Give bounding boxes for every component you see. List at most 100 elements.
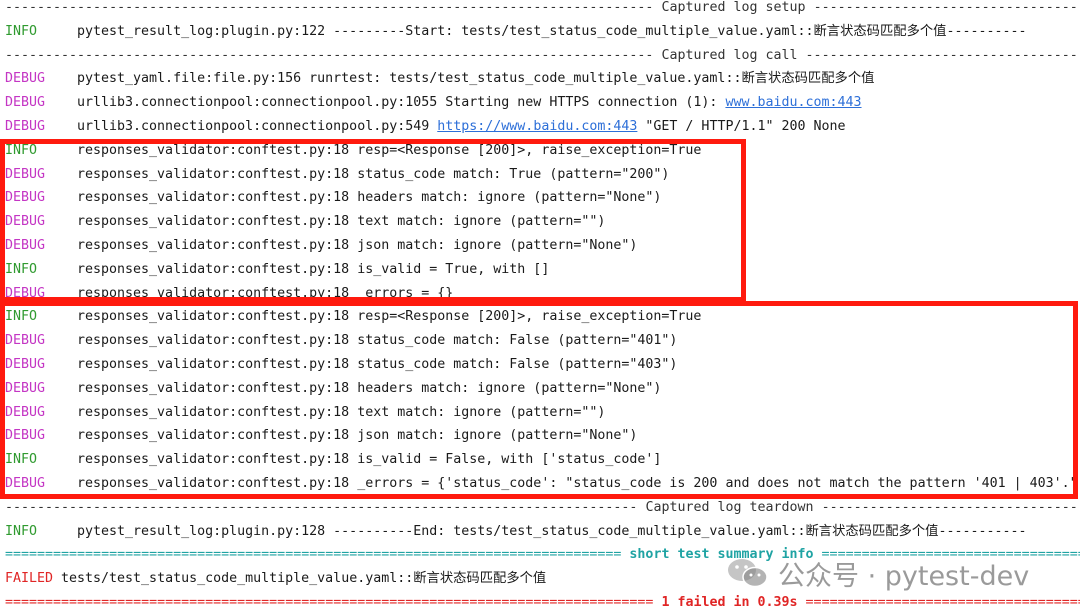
log-message: responses_validator:conftest.py:18 heade… bbox=[77, 377, 661, 401]
log-line: INFO responses_validator:conftest.py:18 i… bbox=[0, 258, 1080, 282]
log-line: DEBUG urllib3.connectionpool:connectionpo… bbox=[0, 115, 1080, 139]
log-message: responses_validator:conftest.py:18 json … bbox=[77, 234, 637, 258]
log-line: DEBUG responses_validator:conftest.py:18 … bbox=[0, 186, 1080, 210]
message-text: responses_validator:conftest.py:18 text … bbox=[77, 404, 606, 420]
log-line: DEBUG responses_validator:conftest.py:18 … bbox=[0, 424, 1080, 448]
separator-dashes: ----------------------------------------… bbox=[805, 47, 1080, 63]
message-text: responses_validator:conftest.py:18 is_va… bbox=[77, 261, 550, 277]
wechat-icon bbox=[728, 559, 768, 588]
log-level-info: INFO bbox=[5, 452, 38, 468]
log-message: responses_validator:conftest.py:18 statu… bbox=[77, 329, 677, 353]
log-line: DEBUG responses_validator:conftest.py:18 … bbox=[0, 163, 1080, 187]
log-message: responses_validator:conftest.py:18 heade… bbox=[77, 186, 661, 210]
message-text: responses_validator:conftest.py:18 json … bbox=[77, 237, 638, 253]
separator-bar: ----------------------------------------… bbox=[5, 44, 1080, 68]
log-level-debug: DEBUG bbox=[5, 380, 46, 396]
log-message: responses_validator:conftest.py:18 is_va… bbox=[77, 258, 549, 282]
separator-dashes: ========================================… bbox=[5, 594, 662, 610]
log-line: DEBUG responses_validator:conftest.py:18 … bbox=[0, 282, 1080, 306]
separator-dashes: ----------------------------------------… bbox=[821, 499, 1080, 515]
log-message: responses_validator:conftest.py:18 text … bbox=[77, 210, 605, 234]
message-text: responses_validator:conftest.py:18 statu… bbox=[77, 356, 678, 372]
log-level-debug: DEBUG bbox=[5, 71, 46, 87]
log-level-debug: DEBUG bbox=[5, 404, 46, 420]
log-message: pytest_yaml.file:file.py:156 runrtest: t… bbox=[77, 67, 874, 91]
log-level-debug: DEBUG bbox=[5, 190, 46, 206]
log-level-debug: DEBUG bbox=[5, 428, 46, 444]
log-line: DEBUG responses_validator:conftest.py:18 … bbox=[0, 210, 1080, 234]
log-level-info: INFO bbox=[5, 23, 38, 39]
message-text: pytest_result_log:plugin.py:128 --------… bbox=[77, 523, 1027, 539]
message-text: urllib3.connectionpool:connectionpool.py… bbox=[77, 118, 438, 134]
log-level-debug: DEBUG bbox=[5, 118, 46, 134]
log-line: INFO responses_validator:conftest.py:18 i… bbox=[0, 448, 1080, 472]
log-level-debug: DEBUG bbox=[5, 166, 46, 182]
message-text: responses_validator:conftest.py:18 resp=… bbox=[77, 142, 702, 158]
separator-bar: ========================================… bbox=[5, 591, 1080, 615]
watermark: 公众号 · pytest-dev bbox=[726, 556, 1030, 592]
log-line: DEBUG pytest_yaml.file:file.py:156 runrte… bbox=[0, 67, 1080, 91]
log-level-info: INFO bbox=[5, 142, 38, 158]
failed-test-id: tests/test_status_code_multiple_value.ya… bbox=[61, 571, 547, 587]
separator-dashes: ----------------------------------------… bbox=[5, 0, 662, 15]
message-text: "GET / HTTP/1.1" 200 None bbox=[637, 118, 846, 134]
log-message: responses_validator:conftest.py:18 _erro… bbox=[77, 472, 1078, 496]
watermark-text: 公众号 · pytest-dev bbox=[778, 560, 1030, 592]
log-level-debug: DEBUG bbox=[5, 95, 46, 111]
separator-dashes: ----------------------------------------… bbox=[813, 0, 1080, 15]
message-text: responses_validator:conftest.py:18 heade… bbox=[77, 190, 662, 206]
message-text: responses_validator:conftest.py:18 text … bbox=[77, 214, 606, 230]
separator-dashes: ========================================… bbox=[5, 547, 630, 563]
message-text: responses_validator:conftest.py:18 _erro… bbox=[77, 475, 1078, 491]
log-level-debug: DEBUG bbox=[5, 475, 46, 491]
terminal-output: ----------------------------------------… bbox=[0, 0, 1080, 615]
log-level-debug: DEBUG bbox=[5, 214, 46, 230]
log-line: DEBUG responses_validator:conftest.py:18 … bbox=[0, 401, 1080, 425]
separator-bar: ----------------------------------------… bbox=[5, 496, 1080, 520]
log-line: DEBUG responses_validator:conftest.py:18 … bbox=[0, 377, 1080, 401]
log-level-debug: DEBUG bbox=[5, 237, 46, 253]
message-text: responses_validator:conftest.py:18 json … bbox=[77, 428, 638, 444]
message-text: urllib3.connectionpool:connectionpool.py… bbox=[77, 95, 726, 111]
log-line: DEBUG responses_validator:conftest.py:18 … bbox=[0, 472, 1080, 496]
log-level-debug: DEBUG bbox=[5, 356, 46, 372]
log-message: responses_validator:conftest.py:18 statu… bbox=[77, 163, 669, 187]
section-separator: ========================================… bbox=[0, 591, 1080, 615]
separator-title: Captured log call bbox=[661, 47, 798, 63]
url-link[interactable]: www.baidu.com:443 bbox=[725, 95, 861, 110]
url-link[interactable]: https://www.baidu.com:443 bbox=[437, 119, 637, 134]
log-message: responses_validator:conftest.py:18 json … bbox=[77, 424, 637, 448]
log-line: INFO pytest_result_log:plugin.py:128 ----… bbox=[0, 520, 1080, 544]
message-text: responses_validator:conftest.py:18 is_va… bbox=[77, 452, 662, 468]
log-line: DEBUG responses_validator:conftest.py:18 … bbox=[0, 234, 1080, 258]
separator-title: 1 failed in 0.39s bbox=[661, 594, 798, 610]
separator-title: Captured log teardown bbox=[645, 499, 814, 515]
log-line: INFO responses_validator:conftest.py:18 r… bbox=[0, 305, 1080, 329]
log-line: DEBUG responses_validator:conftest.py:18 … bbox=[0, 329, 1080, 353]
log-message: responses_validator:conftest.py:18 _erro… bbox=[77, 282, 453, 306]
log-level-debug: DEBUG bbox=[5, 285, 46, 301]
message-text: responses_validator:conftest.py:18 statu… bbox=[77, 166, 670, 182]
log-message: responses_validator:conftest.py:18 resp=… bbox=[77, 139, 701, 163]
log-message: responses_validator:conftest.py:18 resp=… bbox=[77, 305, 701, 329]
message-text: responses_validator:conftest.py:18 statu… bbox=[77, 333, 678, 349]
log-level-debug: DEBUG bbox=[5, 333, 46, 349]
section-separator: ----------------------------------------… bbox=[0, 0, 1080, 20]
message-text: responses_validator:conftest.py:18 resp=… bbox=[77, 309, 702, 325]
separator-title: Captured log setup bbox=[661, 0, 806, 15]
separator-dashes: ========================================… bbox=[805, 594, 1080, 610]
section-separator: ----------------------------------------… bbox=[0, 44, 1080, 68]
log-level-info: INFO bbox=[5, 309, 38, 325]
message-text: responses_validator:conftest.py:18 heade… bbox=[77, 380, 662, 396]
log-message: responses_validator:conftest.py:18 is_va… bbox=[77, 448, 661, 472]
separator-bar: ----------------------------------------… bbox=[5, 0, 1080, 20]
log-message: urllib3.connectionpool:connectionpool.py… bbox=[77, 91, 862, 115]
failed-label: FAILED bbox=[5, 571, 54, 587]
log-line: INFO responses_validator:conftest.py:18 r… bbox=[0, 139, 1080, 163]
message-text: pytest_result_log:plugin.py:122 --------… bbox=[77, 23, 1027, 39]
separator-dashes: ----------------------------------------… bbox=[5, 47, 662, 63]
log-message: responses_validator:conftest.py:18 statu… bbox=[77, 353, 677, 377]
message-text: pytest_yaml.file:file.py:156 runrtest: t… bbox=[77, 71, 875, 87]
log-message: pytest_result_log:plugin.py:122 --------… bbox=[77, 20, 1027, 44]
log-line: INFO pytest_result_log:plugin.py:122 ----… bbox=[0, 20, 1080, 44]
